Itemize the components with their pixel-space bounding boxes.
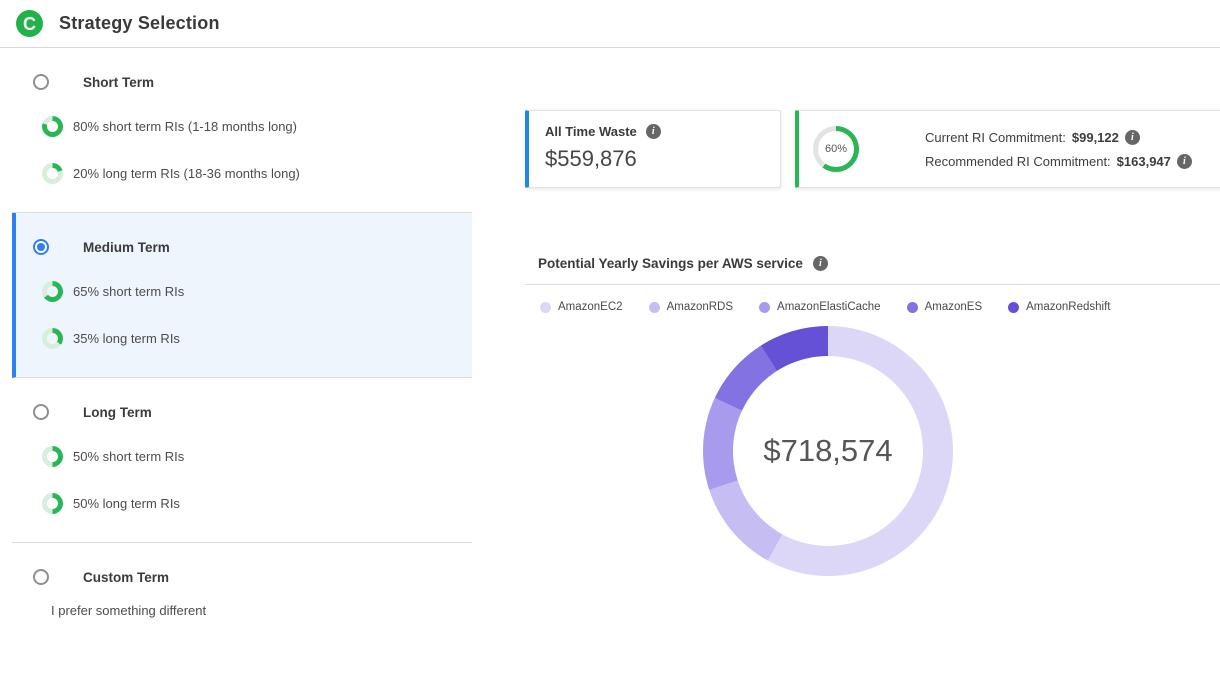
waste-value: $559,876	[545, 146, 764, 172]
chart-header: Potential Yearly Savings per AWS service…	[538, 256, 828, 271]
page-header: C Strategy Selection	[0, 0, 1220, 48]
commitment-ring-percent: 60%	[813, 126, 859, 172]
radio-medium-term[interactable]	[33, 239, 49, 255]
info-icon[interactable]: i	[1125, 130, 1140, 145]
progress-ring-icon	[42, 328, 63, 349]
info-icon[interactable]: i	[813, 256, 828, 271]
strategy-title-row: Custom Term	[12, 543, 472, 585]
savings-donut: $718,574	[703, 326, 953, 576]
progress-ring-icon	[42, 493, 63, 514]
legend-dot-icon	[1008, 302, 1019, 313]
strategy-option-row: 65% short term RIs	[42, 281, 472, 302]
progress-ring-icon	[42, 163, 63, 184]
progress-ring-icon	[42, 281, 63, 302]
strategy-option-row: 35% long term RIs	[42, 328, 472, 349]
recommended-commitment-line: Recommended RI Commitment: $163,947 i	[925, 154, 1192, 169]
current-commitment-value: $99,122	[1072, 130, 1119, 145]
option-label: 80% short term RIs (1-18 months long)	[73, 119, 297, 134]
legend-item-AmazonES[interactable]: AmazonES	[907, 301, 983, 313]
strategy-panel: Short Term 80% short term RIs (1-18 mont…	[12, 48, 472, 646]
radio-long-term[interactable]	[33, 404, 49, 420]
strategy-title-row: Medium Term	[16, 213, 472, 255]
legend-label: AmazonRedshift	[1026, 301, 1110, 313]
strategy-label: Custom Term	[83, 570, 169, 585]
legend-label: AmazonES	[925, 301, 983, 313]
info-icon[interactable]: i	[1177, 154, 1192, 169]
ri-commitment-card: 60% Current RI Commitment: $99,122 i Rec…	[795, 110, 1220, 188]
chart-divider	[525, 284, 1220, 285]
legend-dot-icon	[759, 302, 770, 313]
option-label: 20% long term RIs (18-36 months long)	[73, 166, 300, 181]
strategy-group-long-term[interactable]: Long Term 50% short term RIs 50% long te…	[12, 378, 472, 543]
chart-legend: AmazonEC2 AmazonRDS AmazonElastiCache Amazo…	[540, 301, 1111, 313]
legend-dot-icon	[540, 302, 551, 313]
chart-title: Potential Yearly Savings per AWS service	[538, 256, 803, 271]
donut-hole: $718,574	[733, 356, 923, 546]
option-label: 35% long term RIs	[73, 331, 180, 346]
legend-label: AmazonElastiCache	[777, 301, 881, 313]
radio-short-term[interactable]	[33, 74, 49, 90]
strategy-option-row: 50% short term RIs	[42, 446, 472, 467]
strategy-group-short-term[interactable]: Short Term 80% short term RIs (1-18 mont…	[12, 48, 472, 213]
legend-item-AmazonRedshift[interactable]: AmazonRedshift	[1008, 301, 1110, 313]
recommended-commitment-value: $163,947	[1117, 154, 1171, 169]
current-commitment-line: Current RI Commitment: $99,122 i	[925, 130, 1192, 145]
commitment-ring-icon: 60%	[813, 126, 859, 172]
legend-item-AmazonElastiCache[interactable]: AmazonElastiCache	[759, 301, 881, 313]
legend-item-AmazonRDS[interactable]: AmazonRDS	[649, 301, 733, 313]
progress-ring-icon	[42, 446, 63, 467]
legend-label: AmazonEC2	[558, 301, 623, 313]
legend-dot-icon	[649, 302, 660, 313]
radio-custom-term[interactable]	[33, 569, 49, 585]
recommended-commitment-label: Recommended RI Commitment:	[925, 154, 1111, 169]
main-layout: Short Term 80% short term RIs (1-18 mont…	[0, 48, 1220, 691]
info-icon[interactable]: i	[646, 124, 661, 139]
option-label: 50% short term RIs	[73, 449, 184, 464]
legend-dot-icon	[907, 302, 918, 313]
strategy-label: Long Term	[83, 405, 152, 420]
strategy-label: Short Term	[83, 75, 154, 90]
strategy-option-row: 80% short term RIs (1-18 months long)	[42, 116, 472, 137]
strategy-title-row: Long Term	[12, 378, 472, 420]
donut-total-value: $718,574	[763, 433, 892, 469]
strategy-group-custom-term[interactable]: Custom Term I prefer something different	[12, 543, 472, 646]
legend-item-AmazonEC2[interactable]: AmazonEC2	[540, 301, 623, 313]
strategy-group-medium-term[interactable]: Medium Term 65% short term RIs 35% long …	[12, 213, 472, 378]
custom-term-description: I prefer something different	[51, 603, 472, 618]
strategy-option-row: 20% long term RIs (18-36 months long)	[42, 163, 472, 184]
all-time-waste-card: All Time Waste i $559,876	[525, 110, 781, 188]
progress-ring-icon	[42, 116, 63, 137]
strategy-label: Medium Term	[83, 240, 170, 255]
option-label: 65% short term RIs	[73, 284, 184, 299]
page-title: Strategy Selection	[59, 13, 220, 34]
current-commitment-label: Current RI Commitment:	[925, 130, 1066, 145]
legend-label: AmazonRDS	[667, 301, 733, 313]
option-label: 50% long term RIs	[73, 496, 180, 511]
strategy-title-row: Short Term	[12, 48, 472, 90]
strategy-option-row: 50% long term RIs	[42, 493, 472, 514]
app-logo-icon: C	[16, 10, 43, 37]
waste-card-title: All Time Waste	[545, 124, 637, 139]
